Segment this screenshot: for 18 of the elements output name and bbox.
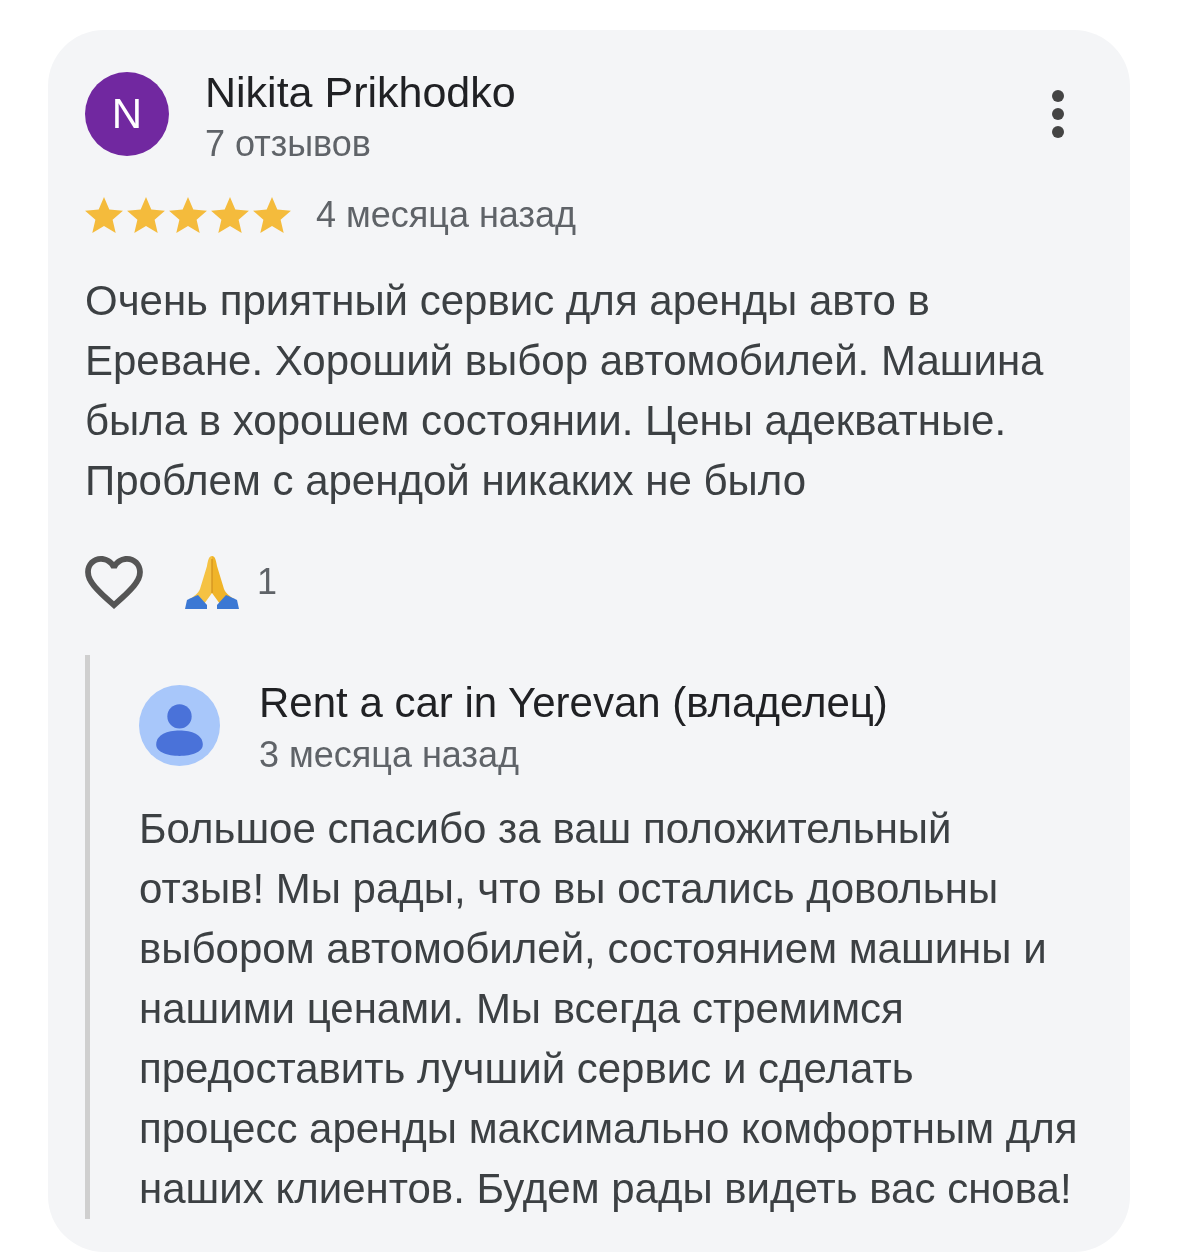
reviewer-name[interactable]: Nikita Prikhodko	[205, 68, 516, 116]
review-text: Очень приятный сервис для аренды авто в Ереване. Хороший выбор автомобилей. Машина была в хорошем состоянии. Цены адекватные. Проблем с арендой никаких не было	[85, 276, 1045, 506]
praying-hands-icon[interactable]	[185, 555, 239, 609]
owner-name: Rent a car in Yerevan (владелец)	[259, 679, 888, 727]
person-icon	[139, 685, 220, 766]
reply-date: 3 месяца назад	[259, 733, 520, 777]
reaction-count: 1	[257, 560, 278, 604]
star-icon	[85, 197, 123, 233]
star-icon	[127, 197, 165, 233]
more-options-icon[interactable]	[1052, 90, 1064, 138]
user-avatar: N	[85, 72, 169, 156]
review-count: 7 отзывов	[205, 122, 372, 166]
reply-text: Большое спасибо за ваш положительный отзыв! Мы рады, что вы остались довольны выбором автомобилей, состоянием машины и нашими ценами. Мы всегда стремимся предоставить лучший сервис и сделать процесс аренды максимально комфортным для наших клиентов. Будем рады видеть вас снова!	[139, 804, 1078, 1214]
star-icon	[211, 197, 249, 233]
star-icon	[169, 197, 207, 233]
star-icon	[253, 197, 291, 233]
heart-icon[interactable]	[85, 555, 143, 609]
review-date: 4 месяца назад	[316, 193, 576, 237]
